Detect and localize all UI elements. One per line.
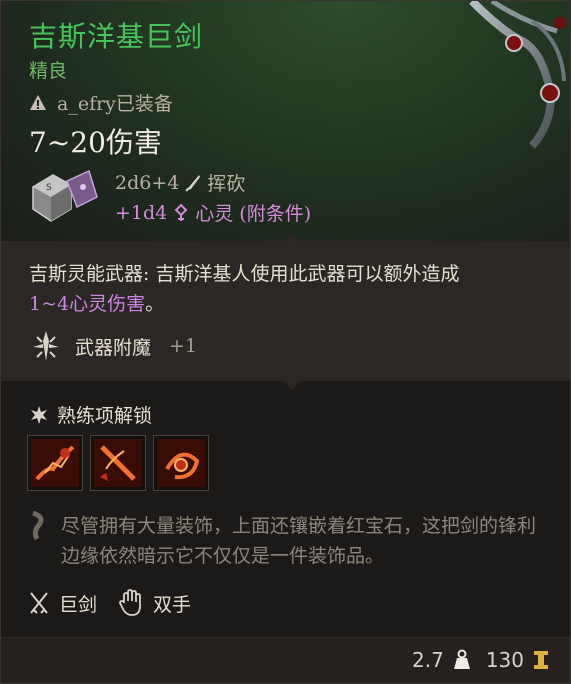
tag-label: 巨剑 bbox=[59, 593, 98, 616]
proficiency-header: 熟练项解锁 bbox=[29, 401, 152, 428]
tooltip-header: 吉斯洋基巨剑 精良 a_efry已装备 7~20伤害 S 2d6+4 挥砍 +1… bbox=[1, 1, 570, 241]
enchantment-value: +1 bbox=[169, 335, 198, 357]
burst-icon bbox=[31, 405, 47, 424]
cleave-icon[interactable] bbox=[153, 435, 209, 491]
feather-quill-icon bbox=[32, 511, 44, 541]
sword-artwork-icon bbox=[469, 1, 566, 149]
tag-greatsword: 巨剑 bbox=[29, 589, 97, 617]
weapon-enchantment: 武器附魔 +1 bbox=[29, 329, 197, 363]
rush-attack-icon[interactable] bbox=[90, 435, 146, 491]
section-divider-notch bbox=[283, 232, 301, 241]
section-divider-notch bbox=[283, 381, 301, 390]
bonus-damage: +1d4 心灵 (附条件) bbox=[115, 199, 311, 226]
description-suffix: 。 bbox=[145, 293, 165, 315]
damage-range: 7~20伤害 bbox=[29, 126, 162, 159]
proficiency-title: 熟练项解锁 bbox=[57, 405, 153, 427]
flavor-text: 尽管拥有大量装饰，上面还镶嵌着红宝石，这把剑的锋利边缘依然暗示它不仅仅是一件装饰… bbox=[61, 515, 537, 567]
hand-icon bbox=[119, 589, 141, 616]
flavor-text-block: 尽管拥有大量装饰，上面还镶嵌着红宝石，这把剑的锋利边缘依然暗示它不仅仅是一件装饰… bbox=[29, 511, 559, 571]
equipped-status: a_efry已装备 bbox=[29, 89, 173, 116]
weapon-description: 吉斯灵能武器: 吉斯洋基人使用此武器可以额外造成 1~4心灵伤害。 bbox=[29, 259, 549, 319]
svg-text:S: S bbox=[46, 183, 52, 193]
dice-icon: S bbox=[32, 169, 98, 222]
flame-strike-icon[interactable] bbox=[27, 435, 83, 491]
enchantment-icon bbox=[33, 331, 59, 361]
psychic-icon bbox=[174, 203, 188, 221]
base-damage-type: 挥砍 bbox=[207, 173, 246, 195]
warning-icon bbox=[30, 94, 46, 110]
crossed-swords-icon bbox=[30, 592, 48, 614]
tooltip-footer: 2.7 130 bbox=[1, 637, 570, 683]
item-tooltip: 吉斯洋基巨剑 精良 a_efry已装备 7~20伤害 S 2d6+4 挥砍 +1… bbox=[0, 0, 571, 684]
bonus-damage-dice: +1d4 bbox=[115, 201, 168, 224]
enchantment-label: 武器附魔 bbox=[75, 336, 152, 359]
base-damage: 2d6+4 挥砍 bbox=[115, 169, 245, 196]
proficiency-actions bbox=[27, 435, 209, 491]
sword-slash-icon bbox=[185, 174, 201, 192]
weapon-tags: 巨剑 双手 bbox=[29, 589, 191, 617]
bonus-damage-type: 心灵 (附条件) bbox=[195, 203, 312, 225]
equipped-label: a_efry已装备 bbox=[57, 93, 173, 115]
gold-value: 130 bbox=[485, 648, 524, 672]
tag-two-handed: 双手 bbox=[119, 589, 191, 617]
description-text: 吉斯灵能武器: 吉斯洋基人使用此武器可以额外造成 bbox=[29, 263, 460, 285]
tag-label: 双手 bbox=[153, 593, 192, 616]
weight-icon bbox=[453, 649, 470, 669]
base-damage-dice: 2d6+4 bbox=[115, 171, 180, 194]
item-rarity: 精良 bbox=[29, 60, 68, 82]
item-stats: 2.7 130 bbox=[412, 648, 550, 672]
description-highlight: 1~4心灵伤害 bbox=[29, 293, 146, 315]
item-name: 吉斯洋基巨剑 bbox=[29, 20, 204, 53]
gold-coin-icon bbox=[534, 651, 548, 669]
weight-value: 2.7 bbox=[412, 648, 444, 672]
